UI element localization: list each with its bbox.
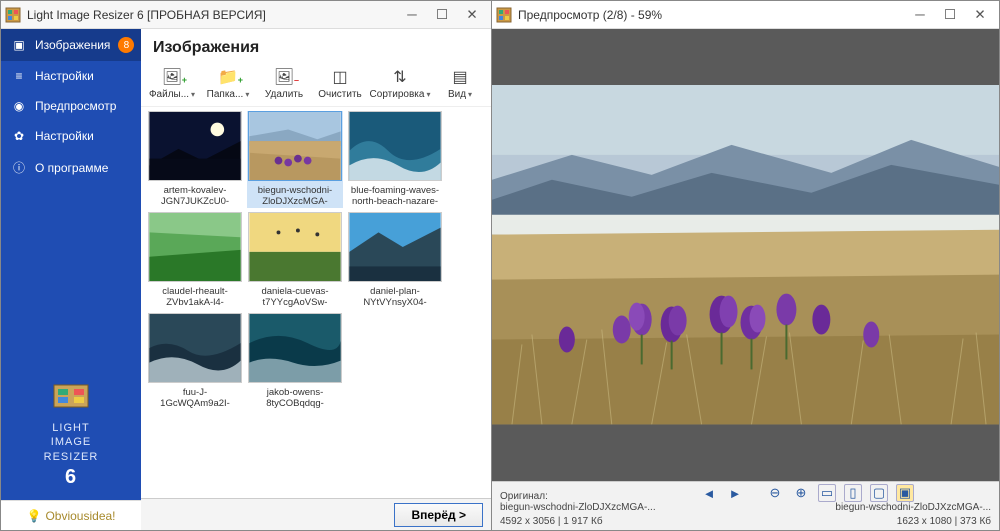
original-filename: biegun-wschodni-ZloDJXzcMGA-...: [500, 502, 700, 513]
preview-maximize-button[interactable]: ☐: [935, 2, 965, 28]
thumbnail-grid: artem-kovalev-JGN7JUKZcU0-unsplash biegu…: [141, 106, 491, 498]
sort-button[interactable]: ⇅ Сортировка: [375, 67, 425, 100]
sidebar-item-options[interactable]: ✿ Настройки: [1, 121, 141, 151]
brand-logo-icon: [50, 381, 92, 411]
image-icon: 🖼: [162, 67, 182, 87]
gear-icon: ✿: [11, 129, 27, 143]
main-window: Light Image Resizer 6 [ПРОБНАЯ ВЕРСИЯ] ─…: [0, 0, 492, 531]
sidebar-item-label: Настройки: [35, 129, 94, 143]
zoom-in-button[interactable]: ⊕: [792, 484, 810, 502]
footer-brand[interactable]: 💡 Obviousidea!: [1, 500, 141, 530]
thumb-item[interactable]: claudel-rheault-ZVbv1akA-l4-unsplash: [147, 212, 243, 309]
thumb-item[interactable]: fuu-J-1GcWQAm9a2I-unsplash: [147, 313, 243, 410]
sidebar-item-label: Настройки: [35, 69, 94, 83]
sidebar-item-label: Предпросмотр: [35, 99, 116, 113]
next-image-button[interactable]: ►: [726, 484, 744, 502]
main-maximize-button[interactable]: ☐: [427, 2, 457, 28]
preview-title: Предпросмотр (2/8) - 59%: [518, 8, 905, 22]
thumb-item[interactable]: daniela-cuevas-t7YYcgAoVSw-unsplash: [247, 212, 343, 309]
main-close-button[interactable]: ✕: [457, 2, 487, 28]
bottom-bar: Вперёд >: [141, 498, 491, 530]
brand-text: LIGHT IMAGE RESIZER 6: [1, 415, 141, 500]
status-bar: Оригинал: ◄ ► ⊖ ⊕ ▭ ▯ ▢ ▣ Выходная папка…: [492, 481, 999, 530]
folder-icon: 📁: [218, 67, 238, 87]
thumb-item[interactable]: jakob-owens-8tyCOBqdqg-unsplash: [247, 313, 343, 410]
preview-titlebar: Предпросмотр (2/8) - 59% ─ ☐ ✕: [492, 1, 999, 29]
thumb-item[interactable]: daniel-plan-NYtVYnsyX04-unsplash: [347, 212, 443, 309]
sidebar: ▣ Изображения 8 ≡ Настройки ◉ Предпросмо…: [1, 29, 141, 530]
fit-height-button[interactable]: ▯: [844, 484, 862, 502]
folder-button[interactable]: 📁+ Папка...: [207, 67, 249, 100]
view-button[interactable]: ▤ Вид: [439, 67, 481, 100]
prev-image-button[interactable]: ◄: [700, 484, 718, 502]
sidebar-item-settings[interactable]: ≡ Настройки: [1, 61, 141, 91]
image-icon: 🖼: [274, 67, 294, 87]
original-dimensions: 4592 x 3056 | 1 917 Кб: [500, 516, 700, 527]
info-icon: ⓘ: [11, 159, 27, 176]
images-count-badge: 8: [118, 37, 134, 53]
main-titlebar: Light Image Resizer 6 [ПРОБНАЯ ВЕРСИЯ] ─…: [1, 1, 491, 29]
eye-icon: ◉: [11, 99, 27, 113]
main-title: Light Image Resizer 6 [ПРОБНАЯ ВЕРСИЯ]: [27, 8, 397, 22]
output-dimensions: 1623 x 1080 | 373 Кб: [811, 516, 991, 527]
thumb-item[interactable]: artem-kovalev-JGN7JUKZcU0-unsplash: [147, 111, 243, 208]
next-button[interactable]: Вперёд >: [394, 503, 483, 527]
sidebar-item-label: О программе: [35, 161, 108, 175]
sidebar-item-images[interactable]: ▣ Изображения 8: [1, 29, 141, 61]
app-logo-icon: [496, 7, 512, 23]
output-label: Выходная папка:: [914, 491, 1000, 502]
fit-width-button[interactable]: ▭: [818, 484, 836, 502]
fit-screen-button[interactable]: ▣: [896, 484, 914, 502]
app-logo-icon: [5, 7, 21, 23]
actual-size-button[interactable]: ▢: [870, 484, 888, 502]
preview-close-button[interactable]: ✕: [965, 2, 995, 28]
main-minimize-button[interactable]: ─: [397, 2, 427, 28]
files-button[interactable]: 🖼+ Файлы...: [151, 67, 193, 100]
preview-minimize-button[interactable]: ─: [905, 2, 935, 28]
sliders-icon: ≡: [11, 69, 27, 83]
sidebar-item-label: Изображения: [35, 38, 110, 52]
clear-button[interactable]: ◫ Очистить: [319, 67, 361, 100]
preview-area[interactable]: [492, 29, 999, 481]
sort-icon: ⇅: [393, 67, 406, 87]
toolbar: 🖼+ Файлы... 📁+ Папка... 🖼– Удалить ◫ Очи…: [141, 63, 491, 106]
view-icon: ▤: [452, 67, 467, 87]
original-label: Оригинал:: [500, 491, 700, 502]
sidebar-item-about[interactable]: ⓘ О программе: [1, 151, 141, 184]
output-filename: biegun-wschodni-ZloDJXzcMGA-...: [811, 502, 991, 513]
zoom-out-button[interactable]: ⊖: [766, 484, 784, 502]
clear-icon: ◫: [332, 67, 347, 87]
delete-button[interactable]: 🖼– Удалить: [263, 67, 305, 100]
preview-window: Предпросмотр (2/8) - 59% ─ ☐ ✕: [492, 0, 1000, 531]
page-title: Изображения: [141, 29, 491, 63]
preview-image: [492, 85, 999, 424]
main-pane: Изображения 🖼+ Файлы... 📁+ Папка... 🖼– У…: [141, 29, 491, 530]
images-icon: ▣: [11, 38, 27, 52]
sidebar-item-preview[interactable]: ◉ Предпросмотр: [1, 91, 141, 121]
preview-window-controls: ─ ☐ ✕: [905, 2, 995, 28]
bulb-icon: 💡: [27, 509, 42, 523]
thumb-item-selected[interactable]: biegun-wschodni-ZloDJXzcMGA-unsplash: [247, 111, 343, 208]
main-window-controls: ─ ☐ ✕: [397, 2, 487, 28]
thumb-item[interactable]: blue-foaming-waves-north-beach-nazare-p.…: [347, 111, 443, 208]
